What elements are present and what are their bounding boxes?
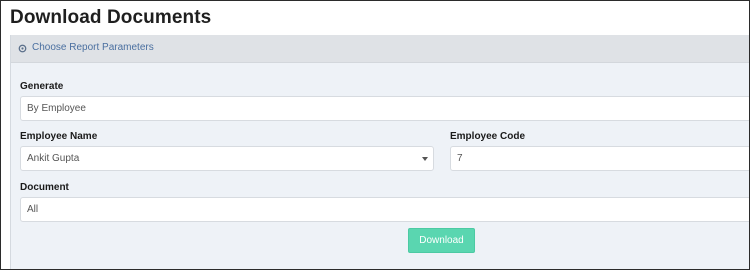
- employee-name-value: Ankit Gupta: [27, 153, 80, 164]
- employee-name-label: Employee Name: [20, 131, 98, 142]
- employee-name-select[interactable]: Ankit Gupta: [20, 146, 434, 171]
- report-parameters-panel: Choose Report Parameters Generate By Emp…: [10, 35, 749, 269]
- generate-value: By Employee: [27, 103, 86, 114]
- panel-header[interactable]: Choose Report Parameters: [11, 35, 749, 63]
- generate-field[interactable]: By Employee: [20, 96, 749, 121]
- employee-code-label: Employee Code: [450, 131, 526, 142]
- document-label: Document: [20, 182, 69, 193]
- generate-label: Generate: [20, 81, 64, 92]
- document-field[interactable]: All: [20, 197, 749, 222]
- download-button[interactable]: Download: [408, 228, 475, 253]
- employee-code-field[interactable]: 7: [450, 146, 749, 171]
- caret-down-icon: [422, 157, 428, 161]
- panel-header-label: Choose Report Parameters: [32, 42, 154, 53]
- app-window: Download Documents Choose Report Paramet…: [0, 0, 750, 270]
- document-value: All: [27, 204, 39, 215]
- page-title: Download Documents: [10, 7, 212, 28]
- employee-code-value: 7: [457, 153, 463, 164]
- cog-icon: [18, 44, 27, 53]
